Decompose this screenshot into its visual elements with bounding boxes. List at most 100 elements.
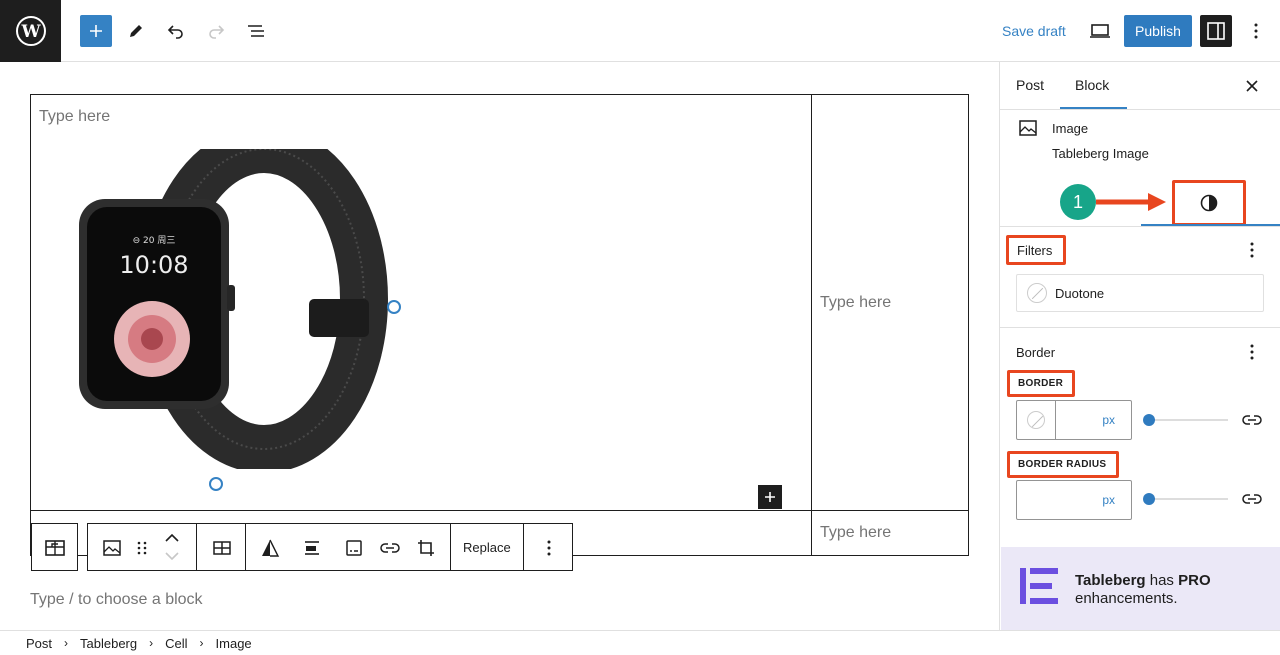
block-card-title: Image xyxy=(1052,121,1089,136)
duotone-swatch-icon xyxy=(1027,283,1047,303)
arrow-right-icon xyxy=(1096,193,1166,211)
default-block-appender[interactable]: Type / to choose a block xyxy=(30,591,203,609)
undo-icon xyxy=(167,25,183,39)
border-radius-input[interactable]: px xyxy=(1016,480,1132,520)
toolbar-group-block xyxy=(87,523,197,571)
chevron-up-icon xyxy=(165,534,179,542)
contrast-icon xyxy=(1200,194,1218,212)
border-radius-slider[interactable] xyxy=(1148,498,1228,500)
smartwatch-image[interactable]: ⊖ 20 周三 10:08 xyxy=(79,149,399,469)
promo-pro: PRO xyxy=(1178,572,1211,589)
drag-handle[interactable] xyxy=(130,536,154,560)
wordpress-icon: W xyxy=(15,16,46,46)
block-options-button[interactable] xyxy=(537,536,561,560)
breadcrumb-item-cell[interactable]: Cell xyxy=(165,636,187,651)
svg-text:10:08: 10:08 xyxy=(119,251,188,279)
document-overview-button[interactable] xyxy=(244,19,268,43)
border-unit[interactable]: px xyxy=(1102,413,1115,427)
tab-block[interactable]: Block xyxy=(1075,77,1109,93)
border-options-button[interactable] xyxy=(1240,340,1264,364)
preview-button[interactable] xyxy=(1088,19,1112,43)
promo-brand: Tableberg xyxy=(1075,572,1146,589)
apply-filter-button[interactable] xyxy=(258,536,282,560)
filter-icon xyxy=(262,539,280,557)
chevron-right-icon: › xyxy=(64,636,69,650)
border-radius-unit[interactable]: px xyxy=(1102,493,1115,507)
wordpress-logo[interactable]: W xyxy=(0,0,61,62)
options-button[interactable] xyxy=(1244,19,1268,43)
filters-options-button[interactable] xyxy=(1240,238,1264,262)
desktop-icon xyxy=(1090,24,1110,38)
kebab-icon xyxy=(547,540,551,556)
duotone-label: Duotone xyxy=(1055,285,1105,301)
breadcrumb-item-image[interactable]: Image xyxy=(216,636,252,651)
column-divider xyxy=(811,95,812,555)
redo-button[interactable] xyxy=(204,19,228,43)
redo-icon xyxy=(209,25,225,39)
border-width-input[interactable]: px xyxy=(1016,400,1132,440)
replace-button[interactable]: Replace xyxy=(463,540,511,555)
publish-button[interactable]: Publish xyxy=(1124,15,1192,47)
select-parent-button[interactable] xyxy=(43,536,67,560)
border-radius-link-button[interactable] xyxy=(1240,487,1264,511)
border-radius-label: BORDER RADIUS xyxy=(1018,459,1107,470)
divider xyxy=(1000,226,1280,227)
chevron-down-icon xyxy=(165,552,179,560)
border-label-box: BORDER xyxy=(1007,370,1075,397)
table-edit-button[interactable] xyxy=(210,536,234,560)
breadcrumb-item-post[interactable]: Post xyxy=(26,636,52,651)
toolbar-group-parent xyxy=(31,523,78,571)
row-divider xyxy=(31,510,968,511)
border-width-slider-thumb[interactable] xyxy=(1143,414,1155,426)
chevron-right-icon: › xyxy=(149,636,154,650)
filters-label: Filters xyxy=(1017,242,1053,258)
caption-button[interactable] xyxy=(342,536,366,560)
border-width-slider[interactable] xyxy=(1148,419,1228,421)
block-type-button[interactable] xyxy=(100,536,124,560)
sidebar-icon xyxy=(1207,22,1225,40)
tableberg-table[interactable]: Type here Type here Type here ⊖ 20 周三 10… xyxy=(30,94,969,556)
add-block-button[interactable] xyxy=(80,15,112,47)
resize-handle-bottom[interactable] xyxy=(209,477,223,491)
link-icon xyxy=(1242,415,1262,425)
undo-button[interactable] xyxy=(164,19,188,43)
border-radius-slider-thumb[interactable] xyxy=(1143,493,1155,505)
toolbar-group-image xyxy=(245,523,451,571)
svg-text:⊖ 20 周三: ⊖ 20 周三 xyxy=(133,235,176,246)
move-up-button[interactable] xyxy=(160,530,184,546)
border-color-swatch-icon xyxy=(1027,411,1045,429)
tools-button[interactable] xyxy=(124,19,148,43)
list-view-icon xyxy=(248,25,264,37)
crop-icon xyxy=(418,540,434,556)
plus-icon xyxy=(765,492,775,502)
insert-link-button[interactable] xyxy=(378,536,402,560)
resize-handle-right[interactable] xyxy=(387,300,401,314)
crop-button[interactable] xyxy=(414,536,438,560)
cell-placeholder-right[interactable]: Type here xyxy=(820,294,891,312)
breadcrumb: Post › Tableberg › Cell › Image xyxy=(0,630,1280,655)
align-button[interactable] xyxy=(300,536,324,560)
tab-styles[interactable] xyxy=(1172,180,1246,226)
border-link-button[interactable] xyxy=(1240,408,1264,432)
settings-sidebar-toggle[interactable] xyxy=(1200,15,1232,47)
editor-canvas: Type here Type here Type here ⊖ 20 周三 10… xyxy=(0,62,999,630)
tab-post[interactable]: Post xyxy=(1016,77,1044,93)
duotone-control[interactable]: Duotone xyxy=(1016,274,1264,312)
filters-panel-title[interactable]: Filters xyxy=(1006,235,1066,265)
toolbar-group-replace: Replace xyxy=(450,523,524,571)
border-panel-title: Border xyxy=(1016,345,1056,360)
promo-has: has xyxy=(1149,572,1174,589)
caption-icon xyxy=(346,540,362,556)
pro-promo-text: Tableberg has PRO enhancements. xyxy=(1075,572,1211,608)
cell-placeholder[interactable]: Type here xyxy=(39,108,110,126)
move-down-button[interactable] xyxy=(160,548,184,564)
border-color-button[interactable] xyxy=(1017,401,1056,439)
save-draft-button[interactable]: Save draft xyxy=(1002,23,1066,39)
add-row-button[interactable] xyxy=(758,485,782,509)
tableberg-logo xyxy=(1020,568,1058,604)
cell-placeholder-bottom-right[interactable]: Type here xyxy=(820,524,891,542)
close-sidebar-button[interactable] xyxy=(1240,74,1264,98)
pencil-icon xyxy=(130,25,142,37)
align-top-icon xyxy=(305,541,319,555)
breadcrumb-item-tableberg[interactable]: Tableberg xyxy=(80,636,137,651)
